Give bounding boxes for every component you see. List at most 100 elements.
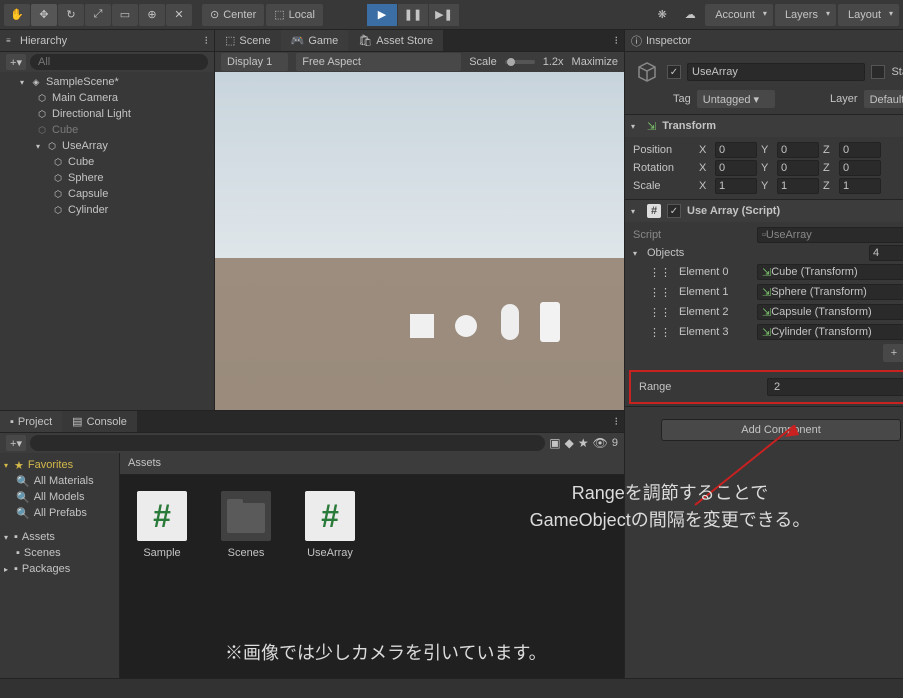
annotation-camera: ※画像では少しカメラを引いています。 xyxy=(225,640,547,667)
hierarchy-title: Hierarchy xyxy=(20,35,67,47)
filter-icon[interactable]: ▣ xyxy=(549,436,560,450)
position-x[interactable] xyxy=(715,142,757,158)
hidden-icon[interactable]: 👁 xyxy=(593,436,608,450)
asset-item[interactable]: Scenes xyxy=(216,491,276,559)
tag-dropdown[interactable]: Untagged ▾ xyxy=(697,90,775,108)
rendered-cylinder xyxy=(540,302,560,342)
object-field[interactable]: ⇲Cube (Transform)⊙ xyxy=(757,264,903,280)
pause-button[interactable]: ❚❚ xyxy=(398,4,428,26)
rotate-tool[interactable]: ↻ xyxy=(58,4,84,26)
account-dropdown[interactable]: Account xyxy=(705,4,773,26)
packages-folder[interactable]: ▸▪Packages xyxy=(0,561,119,577)
fav-item[interactable]: 🔍All Materials xyxy=(0,473,119,489)
assets-breadcrumb[interactable]: Assets xyxy=(120,453,624,475)
add-component-button[interactable]: Add Component xyxy=(661,419,901,441)
layout-dropdown[interactable]: Layout xyxy=(838,4,899,26)
gameobject-name-field[interactable] xyxy=(687,63,865,81)
gameobject-icon: ⬡ xyxy=(46,140,58,152)
tab-game[interactable]: 🎮Game xyxy=(281,30,349,51)
scale-z[interactable] xyxy=(839,178,881,194)
rotation-x[interactable] xyxy=(715,160,757,176)
drag-handle-icon[interactable]: ⋮⋮ xyxy=(649,306,671,319)
step-button[interactable]: ▶❚ xyxy=(429,4,459,26)
transform-tool[interactable]: ⊕ xyxy=(139,4,165,26)
favorite-icon[interactable]: ★ xyxy=(578,436,589,450)
drag-handle-icon[interactable]: ⋮⋮ xyxy=(649,326,671,339)
tab-console[interactable]: ▤Console xyxy=(62,411,137,432)
active-checkbox[interactable]: ✓ xyxy=(667,65,681,79)
hierarchy-item[interactable]: ⬡Cube xyxy=(0,154,214,170)
aspect-dropdown[interactable]: Free Aspect xyxy=(296,53,461,71)
object-field[interactable]: ⇲Cylinder (Transform)⊙ xyxy=(757,324,903,340)
tab-project[interactable]: ▪Project xyxy=(0,411,62,432)
tab-asset-store[interactable]: 🛍Asset Store xyxy=(348,30,443,51)
cloud-icon[interactable]: ☁ xyxy=(677,4,703,26)
hierarchy-item[interactable]: ⬡Sphere xyxy=(0,170,214,186)
rect-tool[interactable]: ▭ xyxy=(112,4,138,26)
foldout-icon[interactable]: ▾ xyxy=(631,207,641,216)
folder-item[interactable]: ▪Scenes xyxy=(0,545,119,561)
project-menu-icon[interactable]: ⁝ xyxy=(609,411,625,432)
maximize-label[interactable]: Maximize xyxy=(572,56,618,68)
tabs-menu-icon[interactable]: ⁝ xyxy=(609,30,625,51)
display-dropdown[interactable]: Display 1 xyxy=(221,53,288,71)
asset-item[interactable]: #UseArray xyxy=(300,491,360,559)
hierarchy-lock-icon[interactable]: ⁝ xyxy=(205,34,209,47)
position-z[interactable] xyxy=(839,142,881,158)
hierarchy-item[interactable]: ⬡Cylinder xyxy=(0,202,214,218)
fav-item[interactable]: 🔍All Prefabs xyxy=(0,505,119,521)
scale-y[interactable] xyxy=(777,178,819,194)
collab-icon[interactable]: ❋ xyxy=(649,4,675,26)
play-button[interactable]: ▶ xyxy=(367,4,397,26)
game-view xyxy=(215,72,624,410)
array-foldout-icon[interactable]: ▾ xyxy=(633,249,643,258)
position-y[interactable] xyxy=(777,142,819,158)
tab-scene[interactable]: ⬚Scene xyxy=(215,30,281,51)
project-create[interactable]: +▾ xyxy=(6,435,26,451)
element-label: Element 3 xyxy=(679,326,749,338)
hierarchy-foldout-icon[interactable]: ≡ xyxy=(6,36,16,45)
objects-label: Objects xyxy=(647,247,865,259)
scale-x[interactable] xyxy=(715,178,757,194)
handle-toggle[interactable]: ⬚Local xyxy=(266,4,323,26)
array-add-button[interactable]: + xyxy=(883,344,903,362)
hierarchy-item[interactable]: ⬡Main Camera xyxy=(0,90,214,106)
script-field[interactable]: ▫ UseArray⊙ xyxy=(757,227,903,243)
scale-tool[interactable]: ⤢ xyxy=(85,4,111,26)
rotation-z[interactable] xyxy=(839,160,881,176)
range-field[interactable] xyxy=(767,378,903,396)
hand-tool[interactable]: ✋ xyxy=(4,4,30,26)
assets-folder[interactable]: ▾▪Assets xyxy=(0,529,119,545)
project-search[interactable] xyxy=(30,435,545,451)
favorites-row[interactable]: ▾★Favorites xyxy=(0,457,119,473)
static-checkbox[interactable] xyxy=(871,65,885,79)
center-icon: ⊙ xyxy=(210,8,219,21)
move-tool[interactable]: ✥ xyxy=(31,4,57,26)
scale-slider[interactable] xyxy=(505,60,535,64)
fav-item[interactable]: 🔍All Models xyxy=(0,489,119,505)
pivot-toggle[interactable]: ⊙Center xyxy=(202,4,264,26)
hierarchy-item[interactable]: ⬡Directional Light xyxy=(0,106,214,122)
scene-row[interactable]: ▾◈SampleScene* xyxy=(0,74,214,90)
create-dropdown[interactable]: +▾ xyxy=(6,54,26,70)
array-size[interactable] xyxy=(869,245,903,261)
object-field[interactable]: ⇲Capsule (Transform)⊙ xyxy=(757,304,903,320)
enabled-checkbox[interactable]: ✓ xyxy=(667,204,681,218)
custom-tool[interactable]: ✕ xyxy=(166,4,192,26)
hierarchy-item[interactable]: ⬡Capsule xyxy=(0,186,214,202)
script-icon: # xyxy=(305,491,355,541)
drag-handle-icon[interactable]: ⋮⋮ xyxy=(649,286,671,299)
layer-dropdown[interactable]: Default ▾ xyxy=(864,90,903,108)
rotation-y[interactable] xyxy=(777,160,819,176)
hierarchy-item[interactable]: ▾⬡UseArray xyxy=(0,138,214,154)
hierarchy-search[interactable] xyxy=(30,54,208,70)
asset-item[interactable]: #Sample xyxy=(132,491,192,559)
layers-dropdown[interactable]: Layers xyxy=(775,4,836,26)
foldout-icon[interactable]: ▾ xyxy=(631,122,641,131)
drag-handle-icon[interactable]: ⋮⋮ xyxy=(649,266,671,279)
filter-icon[interactable]: ◆ xyxy=(565,436,574,450)
hierarchy-item[interactable]: ⬡Cube xyxy=(0,122,214,138)
rotation-label: Rotation xyxy=(633,162,695,174)
object-field[interactable]: ⇲Sphere (Transform)⊙ xyxy=(757,284,903,300)
gameobject-icon[interactable] xyxy=(633,58,661,86)
